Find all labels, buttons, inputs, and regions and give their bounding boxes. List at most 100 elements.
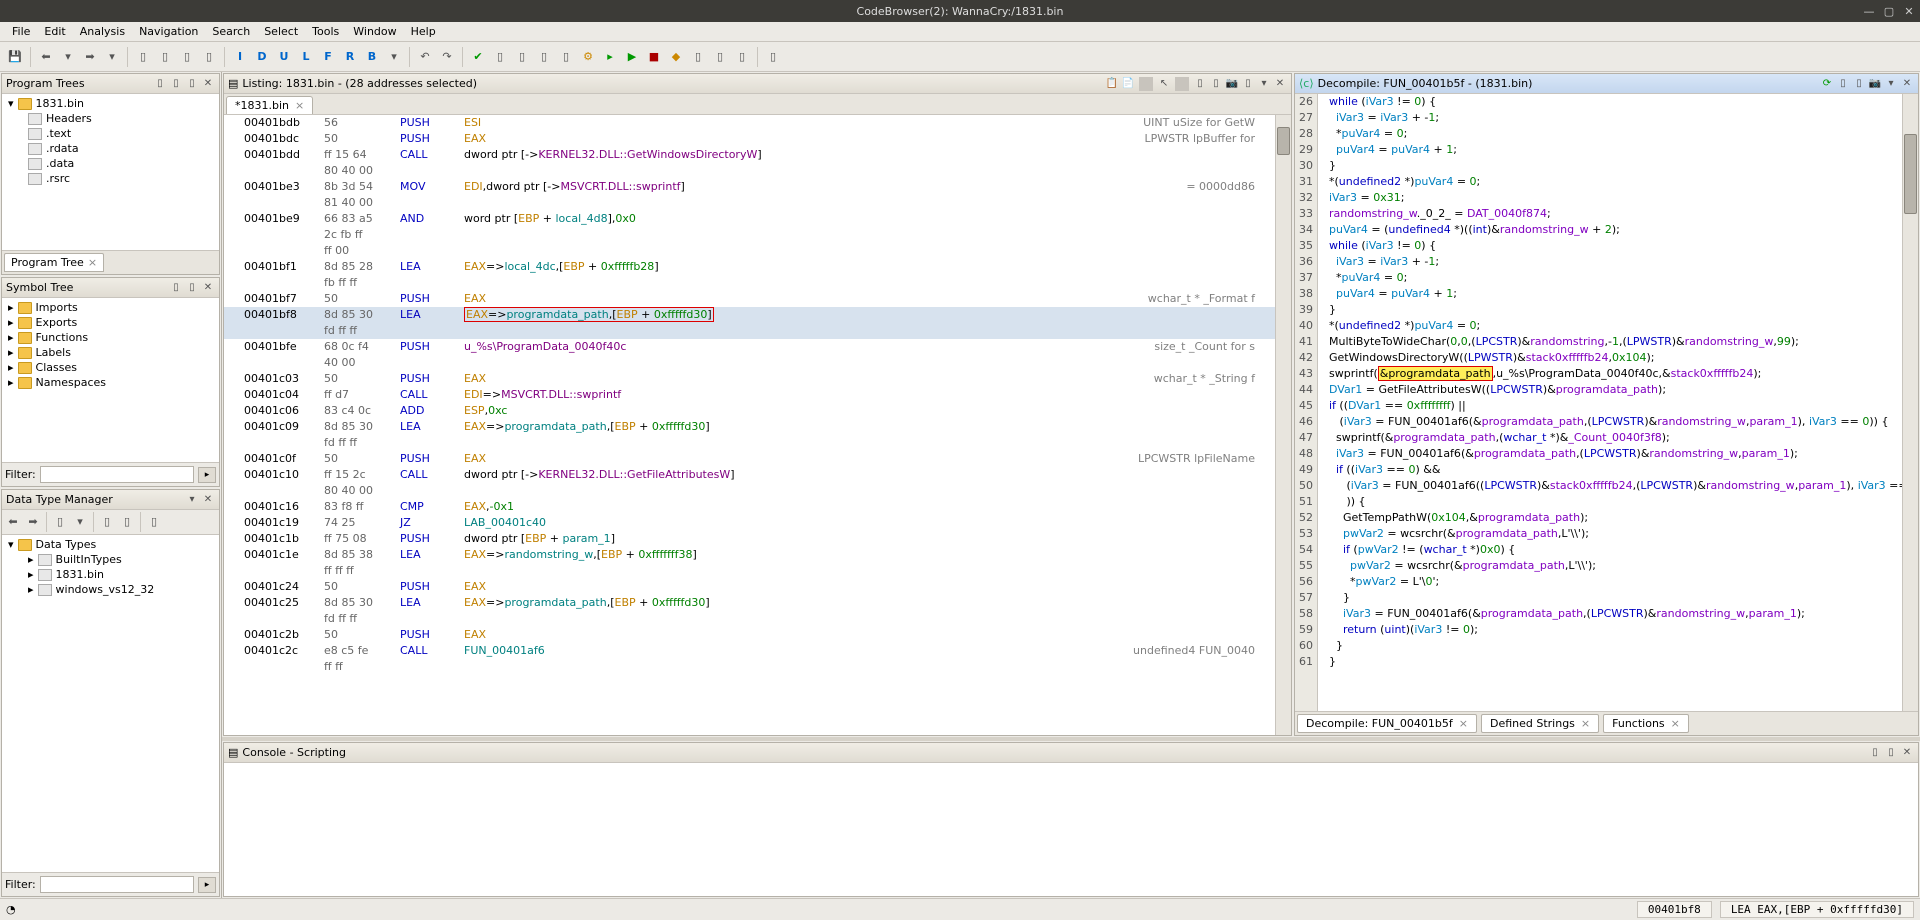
- decompile-line[interactable]: }: [1322, 158, 1898, 174]
- listing-line[interactable]: 80 40 00: [224, 483, 1275, 499]
- decompile-line[interactable]: iVar3 = 0x31;: [1322, 190, 1898, 206]
- menu-down-icon[interactable]: ▾: [71, 512, 89, 530]
- stop-icon[interactable]: ■: [645, 48, 663, 66]
- tool-icon[interactable]: ▯: [185, 77, 199, 91]
- listing-line[interactable]: 00401c1e8d 85 38LEAEAX=>randomstring_w,[…: [224, 547, 1275, 563]
- tool-icon[interactable]: ▯: [1209, 77, 1223, 91]
- tool-icon[interactable]: ▯: [689, 48, 707, 66]
- close-icon[interactable]: ✕: [201, 281, 215, 295]
- listing-line[interactable]: fd ff ff: [224, 323, 1275, 339]
- undo-icon[interactable]: ↶: [416, 48, 434, 66]
- menu-tools[interactable]: Tools: [306, 23, 345, 40]
- tool-icon[interactable]: ▯: [557, 48, 575, 66]
- decompile-line[interactable]: )) {: [1322, 494, 1898, 510]
- symbol-folder[interactable]: ▸ Exports: [4, 315, 217, 330]
- symbol-folder[interactable]: ▸ Labels: [4, 345, 217, 360]
- decompile-tab[interactable]: Decompile: FUN_00401b5f×: [1297, 714, 1477, 733]
- menu-help[interactable]: Help: [405, 23, 442, 40]
- listing-line[interactable]: 40 00: [224, 355, 1275, 371]
- play-icon[interactable]: ▸: [601, 48, 619, 66]
- tree-section[interactable]: Headers: [4, 111, 217, 126]
- decompile-line[interactable]: randomstring_w._0_2_ = DAT_0040f874;: [1322, 206, 1898, 222]
- listing-line[interactable]: 00401c1bff 75 08PUSHdword ptr [EBP + par…: [224, 531, 1275, 547]
- letter-r-icon[interactable]: R: [341, 48, 359, 66]
- dtm-item[interactable]: ▸ BuiltInTypes: [4, 552, 217, 567]
- tool-icon[interactable]: ▯: [764, 48, 782, 66]
- copy-icon[interactable]: 📋: [1105, 77, 1119, 91]
- tool-icon[interactable]: ▯: [1852, 77, 1866, 91]
- decompile-line[interactable]: iVar3 = FUN_00401af6(&programdata_path,(…: [1322, 606, 1898, 622]
- listing-line[interactable]: 00401c2450PUSHEAX: [224, 579, 1275, 595]
- decompile-line[interactable]: swprintf(&programdata_path,u_%s\ProgramD…: [1322, 366, 1898, 382]
- letter-d-icon[interactable]: D: [253, 48, 271, 66]
- decompile-tab[interactable]: Functions×: [1603, 714, 1689, 733]
- decompile-line[interactable]: swprintf(&programdata_path,(wchar_t *)&_…: [1322, 430, 1898, 446]
- snapshot-icon[interactable]: 📷: [1868, 77, 1882, 91]
- decompile-line[interactable]: while (iVar3 != 0) {: [1322, 238, 1898, 254]
- scrollbar[interactable]: [1902, 94, 1918, 711]
- listing-line[interactable]: 00401be966 83 a5ANDword ptr [EBP + local…: [224, 211, 1275, 227]
- listing-body[interactable]: 00401bdb56PUSHESIUINT uSize for GetW0040…: [224, 115, 1275, 735]
- tool-icon[interactable]: ▯: [1193, 77, 1207, 91]
- decompile-line[interactable]: *puVar4 = 0;: [1322, 126, 1898, 142]
- listing-line[interactable]: 00401c0f50PUSHEAXLPCWSTR lpFileName: [224, 451, 1275, 467]
- decompile-line[interactable]: *pwVar2 = L'\0';: [1322, 574, 1898, 590]
- decompile-line[interactable]: puVar4 = (undefined4 *)((int)&randomstri…: [1322, 222, 1898, 238]
- menu-down-icon[interactable]: ▾: [1884, 77, 1898, 91]
- tool-icon[interactable]: ▯: [153, 77, 167, 91]
- decompile-line[interactable]: GetTempPathW(0x104,&programdata_path);: [1322, 510, 1898, 526]
- minimize-icon[interactable]: —: [1862, 4, 1876, 18]
- decompile-line[interactable]: pwVar2 = wcsrchr(&programdata_path,L'\\'…: [1322, 526, 1898, 542]
- decompile-line[interactable]: if ((iVar3 == 0) &&: [1322, 462, 1898, 478]
- symbol-folder[interactable]: ▸ Functions: [4, 330, 217, 345]
- fwd-menu-icon[interactable]: ▾: [103, 48, 121, 66]
- decompile-line[interactable]: *(undefined2 *)puVar4 = 0;: [1322, 174, 1898, 190]
- letter-u-icon[interactable]: U: [275, 48, 293, 66]
- decompile-line[interactable]: MultiByteToWideChar(0,0,(LPCSTR)&randoms…: [1322, 334, 1898, 350]
- tool-icon[interactable]: ▯: [1884, 746, 1898, 760]
- gear-icon[interactable]: ⚙: [579, 48, 597, 66]
- decompile-line[interactable]: while (iVar3 != 0) {: [1322, 94, 1898, 110]
- tool-icon[interactable]: ▯: [118, 512, 136, 530]
- snapshot-icon[interactable]: 📷: [1225, 77, 1239, 91]
- tool-icon[interactable]: ▯: [169, 77, 183, 91]
- close-icon[interactable]: ×: [1581, 717, 1590, 730]
- tree-root[interactable]: ▾ 1831.bin: [4, 96, 217, 111]
- back-menu-icon[interactable]: ▾: [59, 48, 77, 66]
- decompile-tab[interactable]: Defined Strings×: [1481, 714, 1599, 733]
- menu-edit[interactable]: Edit: [38, 23, 71, 40]
- listing-line[interactable]: 00401bfe68 0c f4PUSHu_%s\ProgramData_004…: [224, 339, 1275, 355]
- close-icon[interactable]: ×: [1671, 717, 1680, 730]
- tree-section[interactable]: .text: [4, 126, 217, 141]
- listing-line[interactable]: 00401c0683 c4 0cADDESP,0xc: [224, 403, 1275, 419]
- listing-line[interactable]: fb ff ff: [224, 275, 1275, 291]
- decompile-line[interactable]: DVar1 = GetFileAttributesW((LPCWSTR)&pro…: [1322, 382, 1898, 398]
- tool-icon[interactable]: ▯: [1241, 77, 1255, 91]
- tool-icon[interactable]: ▯: [51, 512, 69, 530]
- filter-input[interactable]: [40, 466, 194, 483]
- decompile-line[interactable]: (iVar3 = FUN_00401af6(&programdata_path,…: [1322, 414, 1898, 430]
- tree-section[interactable]: .rsrc: [4, 171, 217, 186]
- menu-select[interactable]: Select: [258, 23, 304, 40]
- listing-line[interactable]: 00401c1683 f8 ffCMPEAX,-0x1: [224, 499, 1275, 515]
- listing-line[interactable]: 00401be38b 3d 54MOVEDI,dword ptr [->MSVC…: [224, 179, 1275, 195]
- check-icon[interactable]: ✔: [469, 48, 487, 66]
- tool-icon[interactable]: ▯: [711, 48, 729, 66]
- decompile-line[interactable]: iVar3 = iVar3 + -1;: [1322, 254, 1898, 270]
- console-body[interactable]: [224, 763, 1918, 896]
- menu-down-icon[interactable]: ▾: [185, 493, 199, 507]
- letter-l-icon[interactable]: L: [297, 48, 315, 66]
- redo-icon[interactable]: ↷: [438, 48, 456, 66]
- decompile-line[interactable]: if (pwVar2 != (wchar_t *)0x0) {: [1322, 542, 1898, 558]
- filter-go-icon[interactable]: ▸: [198, 877, 216, 893]
- tool-icon[interactable]: ▯: [145, 512, 163, 530]
- tree-section[interactable]: .data: [4, 156, 217, 171]
- decompile-line[interactable]: iVar3 = FUN_00401af6(&programdata_path,(…: [1322, 446, 1898, 462]
- decompile-line[interactable]: }: [1322, 590, 1898, 606]
- tool-icon[interactable]: ▯: [200, 48, 218, 66]
- cursor-icon[interactable]: ↖: [1157, 77, 1171, 91]
- decompile-line[interactable]: }: [1322, 638, 1898, 654]
- tool-icon[interactable]: ▯: [156, 48, 174, 66]
- listing-line[interactable]: 00401c2ce8 c5 feCALLFUN_00401af6undefine…: [224, 643, 1275, 659]
- listing-line[interactable]: 00401c10ff 15 2cCALLdword ptr [->KERNEL3…: [224, 467, 1275, 483]
